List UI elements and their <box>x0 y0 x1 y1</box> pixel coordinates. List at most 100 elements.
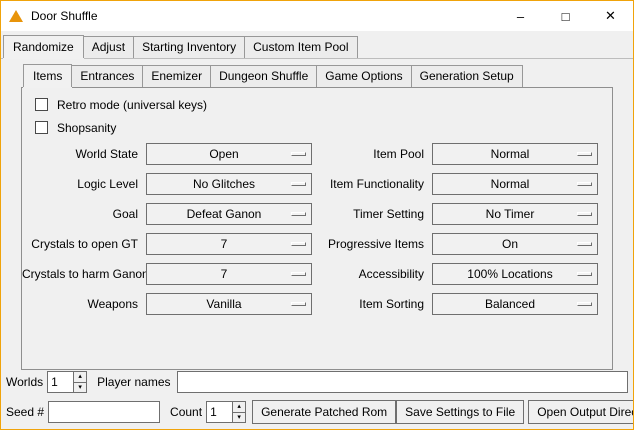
item-pool-dropdown[interactable]: Normal <box>432 143 598 165</box>
subtab-generation-setup[interactable]: Generation Setup <box>411 65 523 87</box>
goal-value: Defeat Ganon <box>187 207 272 221</box>
footer: Worlds ▴ ▾ Player names Seed # Count ▴ ▾ <box>6 371 628 424</box>
tab-adjust[interactable]: Adjust <box>83 36 134 58</box>
shopsanity-checkbox[interactable] <box>35 121 48 134</box>
logic-level-dropdown[interactable]: No Glitches <box>146 173 312 195</box>
generate-button[interactable]: Generate Patched Rom <box>252 400 396 424</box>
worlds-row: Worlds ▴ ▾ Player names <box>6 371 628 393</box>
item-sorting-label: Item Sorting <box>312 297 432 311</box>
field-row: Weapons Vanilla Item Sorting Balanced <box>22 293 612 315</box>
timer-setting-label: Timer Setting <box>312 207 432 221</box>
retro-mode-checkbox[interactable] <box>35 98 48 111</box>
timer-setting-value: No Timer <box>486 207 545 221</box>
count-label: Count <box>170 405 202 419</box>
item-functionality-dropdown[interactable]: Normal <box>432 173 598 195</box>
dropdown-indicator-icon <box>291 152 306 156</box>
world-state-dropdown[interactable]: Open <box>146 143 312 165</box>
field-row: World State Open Item Pool Normal <box>22 143 612 165</box>
progressive-items-value: On <box>502 237 528 251</box>
save-settings-button[interactable]: Save Settings to File <box>396 400 524 424</box>
count-spinner: ▴ ▾ <box>206 401 246 423</box>
item-pool-label: Item Pool <box>312 147 432 161</box>
subtab-items[interactable]: Items <box>23 64 72 87</box>
items-panel: Retro mode (universal keys) Shopsanity W… <box>21 88 613 370</box>
window: Door Shuffle – □ ✕ Randomize Adjust Star… <box>0 0 634 430</box>
logic-level-label: Logic Level <box>22 177 146 191</box>
accessibility-dropdown[interactable]: 100% Locations <box>432 263 598 285</box>
worlds-spin-buttons: ▴ ▾ <box>73 372 86 392</box>
shopsanity-label: Shopsanity <box>57 121 116 135</box>
dropdown-indicator-icon <box>577 152 592 156</box>
player-names-label: Player names <box>97 375 170 389</box>
item-pool-value: Normal <box>491 147 540 161</box>
crystals-harm-ganon-value: 7 <box>221 267 238 281</box>
progressive-items-dropdown[interactable]: On <box>432 233 598 255</box>
worlds-input[interactable] <box>48 372 73 392</box>
weapons-value: Vanilla <box>206 297 251 311</box>
dropdown-indicator-icon <box>577 212 592 216</box>
seed-input[interactable] <box>48 401 160 423</box>
item-sorting-dropdown[interactable]: Balanced <box>432 293 598 315</box>
close-button[interactable]: ✕ <box>588 1 633 31</box>
dropdown-indicator-icon <box>577 182 592 186</box>
item-sorting-value: Balanced <box>485 297 545 311</box>
accessibility-label: Accessibility <box>312 267 432 281</box>
timer-setting-dropdown[interactable]: No Timer <box>432 203 598 225</box>
dropdown-indicator-icon <box>291 272 306 276</box>
tab-starting-inventory[interactable]: Starting Inventory <box>133 36 245 58</box>
count-spin-down-button[interactable]: ▾ <box>233 412 245 423</box>
app-icon <box>9 10 23 22</box>
field-row: Crystals to harm Ganon 7 Accessibility 1… <box>22 263 612 285</box>
subtab-entrances[interactable]: Entrances <box>71 65 143 87</box>
player-names-input[interactable] <box>177 371 629 393</box>
item-functionality-value: Normal <box>491 177 540 191</box>
crystals-open-gt-dropdown[interactable]: 7 <box>146 233 312 255</box>
worlds-spinner: ▴ ▾ <box>47 371 87 393</box>
seed-label: Seed # <box>6 405 44 419</box>
titlebar: Door Shuffle – □ ✕ <box>1 1 633 31</box>
tab-randomize[interactable]: Randomize <box>3 35 84 58</box>
dropdown-indicator-icon <box>577 272 592 276</box>
checkbox-row-retro-mode: Retro mode (universal keys) <box>35 97 612 112</box>
field-row: Crystals to open GT 7 Progressive Items … <box>22 233 612 255</box>
item-functionality-label: Item Functionality <box>312 177 432 191</box>
checkbox-row-shopsanity: Shopsanity <box>35 120 612 135</box>
dropdown-indicator-icon <box>577 302 592 306</box>
world-state-value: Open <box>209 147 248 161</box>
world-state-label: World State <box>22 147 146 161</box>
crystals-harm-ganon-label: Crystals to harm Ganon <box>22 267 146 281</box>
window-title: Door Shuffle <box>31 9 98 23</box>
worlds-spin-up-button[interactable]: ▴ <box>74 372 86 382</box>
seed-row: Seed # Count ▴ ▾ Generate Patched Rom Sa… <box>6 400 628 424</box>
dropdown-indicator-icon <box>291 242 306 246</box>
sub-tab-bar: Items Entrances Enemizer Dungeon Shuffle… <box>21 59 613 88</box>
maximize-button[interactable]: □ <box>543 1 588 31</box>
logic-level-value: No Glitches <box>193 177 265 191</box>
worlds-spin-down-button[interactable]: ▾ <box>74 382 86 393</box>
subtab-dungeon-shuffle[interactable]: Dungeon Shuffle <box>210 65 317 87</box>
window-controls: – □ ✕ <box>498 1 633 31</box>
crystals-open-gt-label: Crystals to open GT <box>22 237 146 251</box>
weapons-label: Weapons <box>22 297 146 311</box>
dropdown-indicator-icon <box>291 212 306 216</box>
dropdown-indicator-icon <box>291 302 306 306</box>
crystals-open-gt-value: 7 <box>221 237 238 251</box>
field-row: Logic Level No Glitches Item Functionali… <box>22 173 612 195</box>
minimize-button[interactable]: – <box>498 1 543 31</box>
goal-dropdown[interactable]: Defeat Ganon <box>146 203 312 225</box>
dropdown-indicator-icon <box>291 182 306 186</box>
retro-mode-label: Retro mode (universal keys) <box>57 98 207 112</box>
count-input[interactable] <box>207 402 232 422</box>
field-row: Goal Defeat Ganon Timer Setting No Timer <box>22 203 612 225</box>
main-tab-bar: Randomize Adjust Starting Inventory Cust… <box>1 31 633 59</box>
open-output-button[interactable]: Open Output Directory <box>528 400 634 424</box>
subtab-enemizer[interactable]: Enemizer <box>142 65 211 87</box>
count-spin-up-button[interactable]: ▴ <box>233 402 245 412</box>
subtab-game-options[interactable]: Game Options <box>316 65 411 87</box>
tab-custom-item-pool[interactable]: Custom Item Pool <box>244 36 357 58</box>
progressive-items-label: Progressive Items <box>312 237 432 251</box>
crystals-harm-ganon-dropdown[interactable]: 7 <box>146 263 312 285</box>
goal-label: Goal <box>22 207 146 221</box>
accessibility-value: 100% Locations <box>467 267 562 281</box>
weapons-dropdown[interactable]: Vanilla <box>146 293 312 315</box>
